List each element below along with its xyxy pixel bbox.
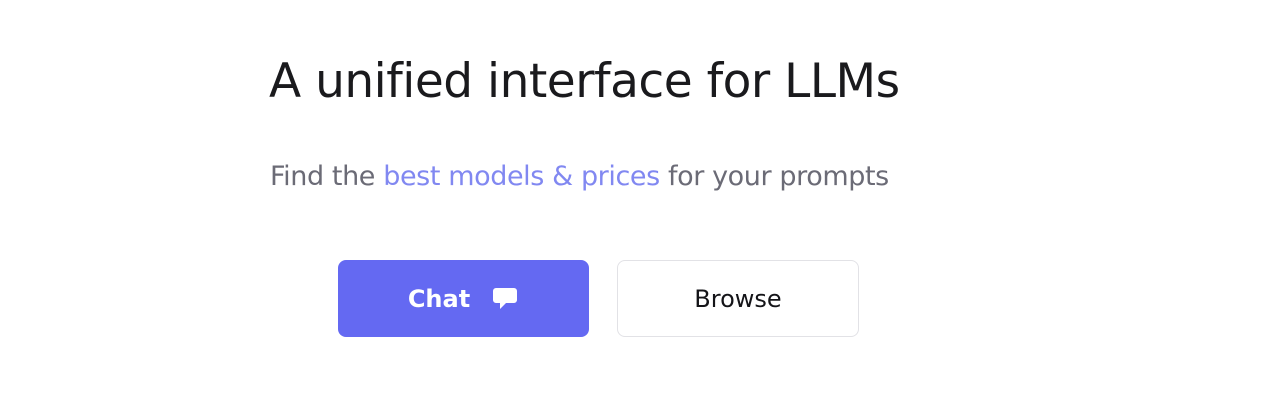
hero-headline: A unified interface for LLMs xyxy=(269,54,900,109)
chat-button[interactable]: Chat xyxy=(338,260,589,337)
subline-prefix: Find the xyxy=(270,161,384,192)
subline-suffix: for your prompts xyxy=(659,161,889,192)
subline-highlight: best models & prices xyxy=(383,161,660,192)
chat-button-label: Chat xyxy=(407,284,471,313)
hero-section: A unified interface for LLMs Find the be… xyxy=(0,0,1264,415)
browse-button[interactable]: Browse xyxy=(617,260,859,337)
browse-button-label: Browse xyxy=(694,284,782,313)
hero-subline: Find the best models & prices for your p… xyxy=(270,157,889,197)
chat-bubble-icon xyxy=(491,286,519,312)
